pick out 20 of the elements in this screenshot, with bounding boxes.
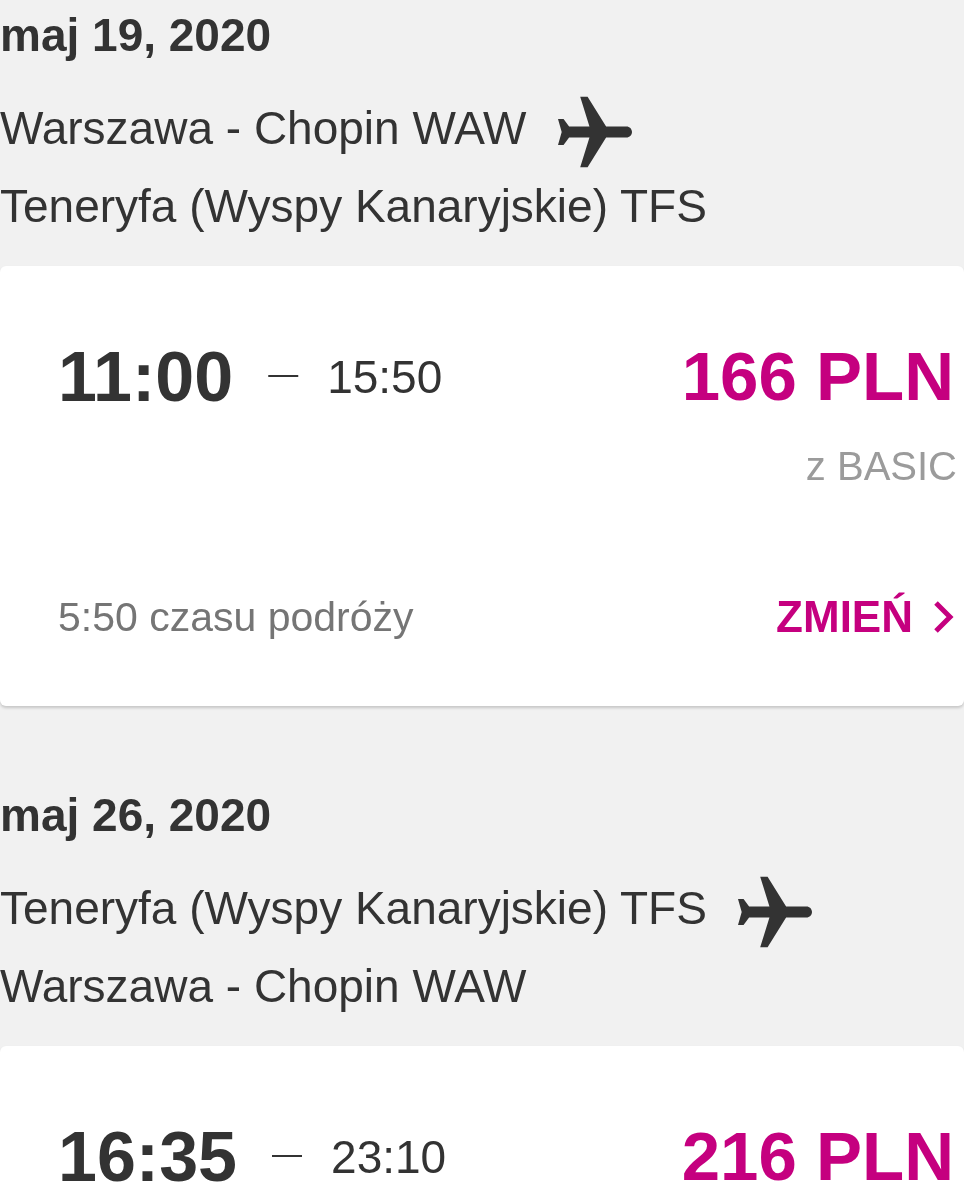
departure-time: 11:00 <box>58 342 234 412</box>
origin-airport: Teneryfa (Wyspy Kanaryjskie) TFS <box>0 881 707 936</box>
origin-airport: Warszawa - Chopin WAW <box>0 101 527 156</box>
time-dash: — <box>272 1139 303 1169</box>
flight-price: 166 PLN <box>681 342 954 412</box>
flight-price: 216 PLN <box>681 1122 954 1192</box>
time-dash: — <box>268 359 299 389</box>
arrival-time: 23:10 <box>331 1132 447 1182</box>
flight-date: maj 26, 2020 <box>0 790 272 840</box>
flight-date: maj 19, 2020 <box>0 10 272 60</box>
travel-duration: 5:50 czasu podróży <box>58 593 414 642</box>
destination-airport: Warszawa - Chopin WAW <box>0 959 527 1014</box>
airplane-icon <box>737 876 812 948</box>
destination-airport: Teneryfa (Wyspy Kanaryjskie) TFS <box>0 179 707 234</box>
chevron-right-icon <box>933 600 954 634</box>
change-button[interactable]: ZMIEŃ <box>776 587 954 647</box>
airplane-icon <box>557 96 632 168</box>
departure-time: 16:35 <box>58 1122 238 1192</box>
fare-type: z BASIC <box>805 443 957 490</box>
arrival-time: 15:50 <box>327 352 443 402</box>
